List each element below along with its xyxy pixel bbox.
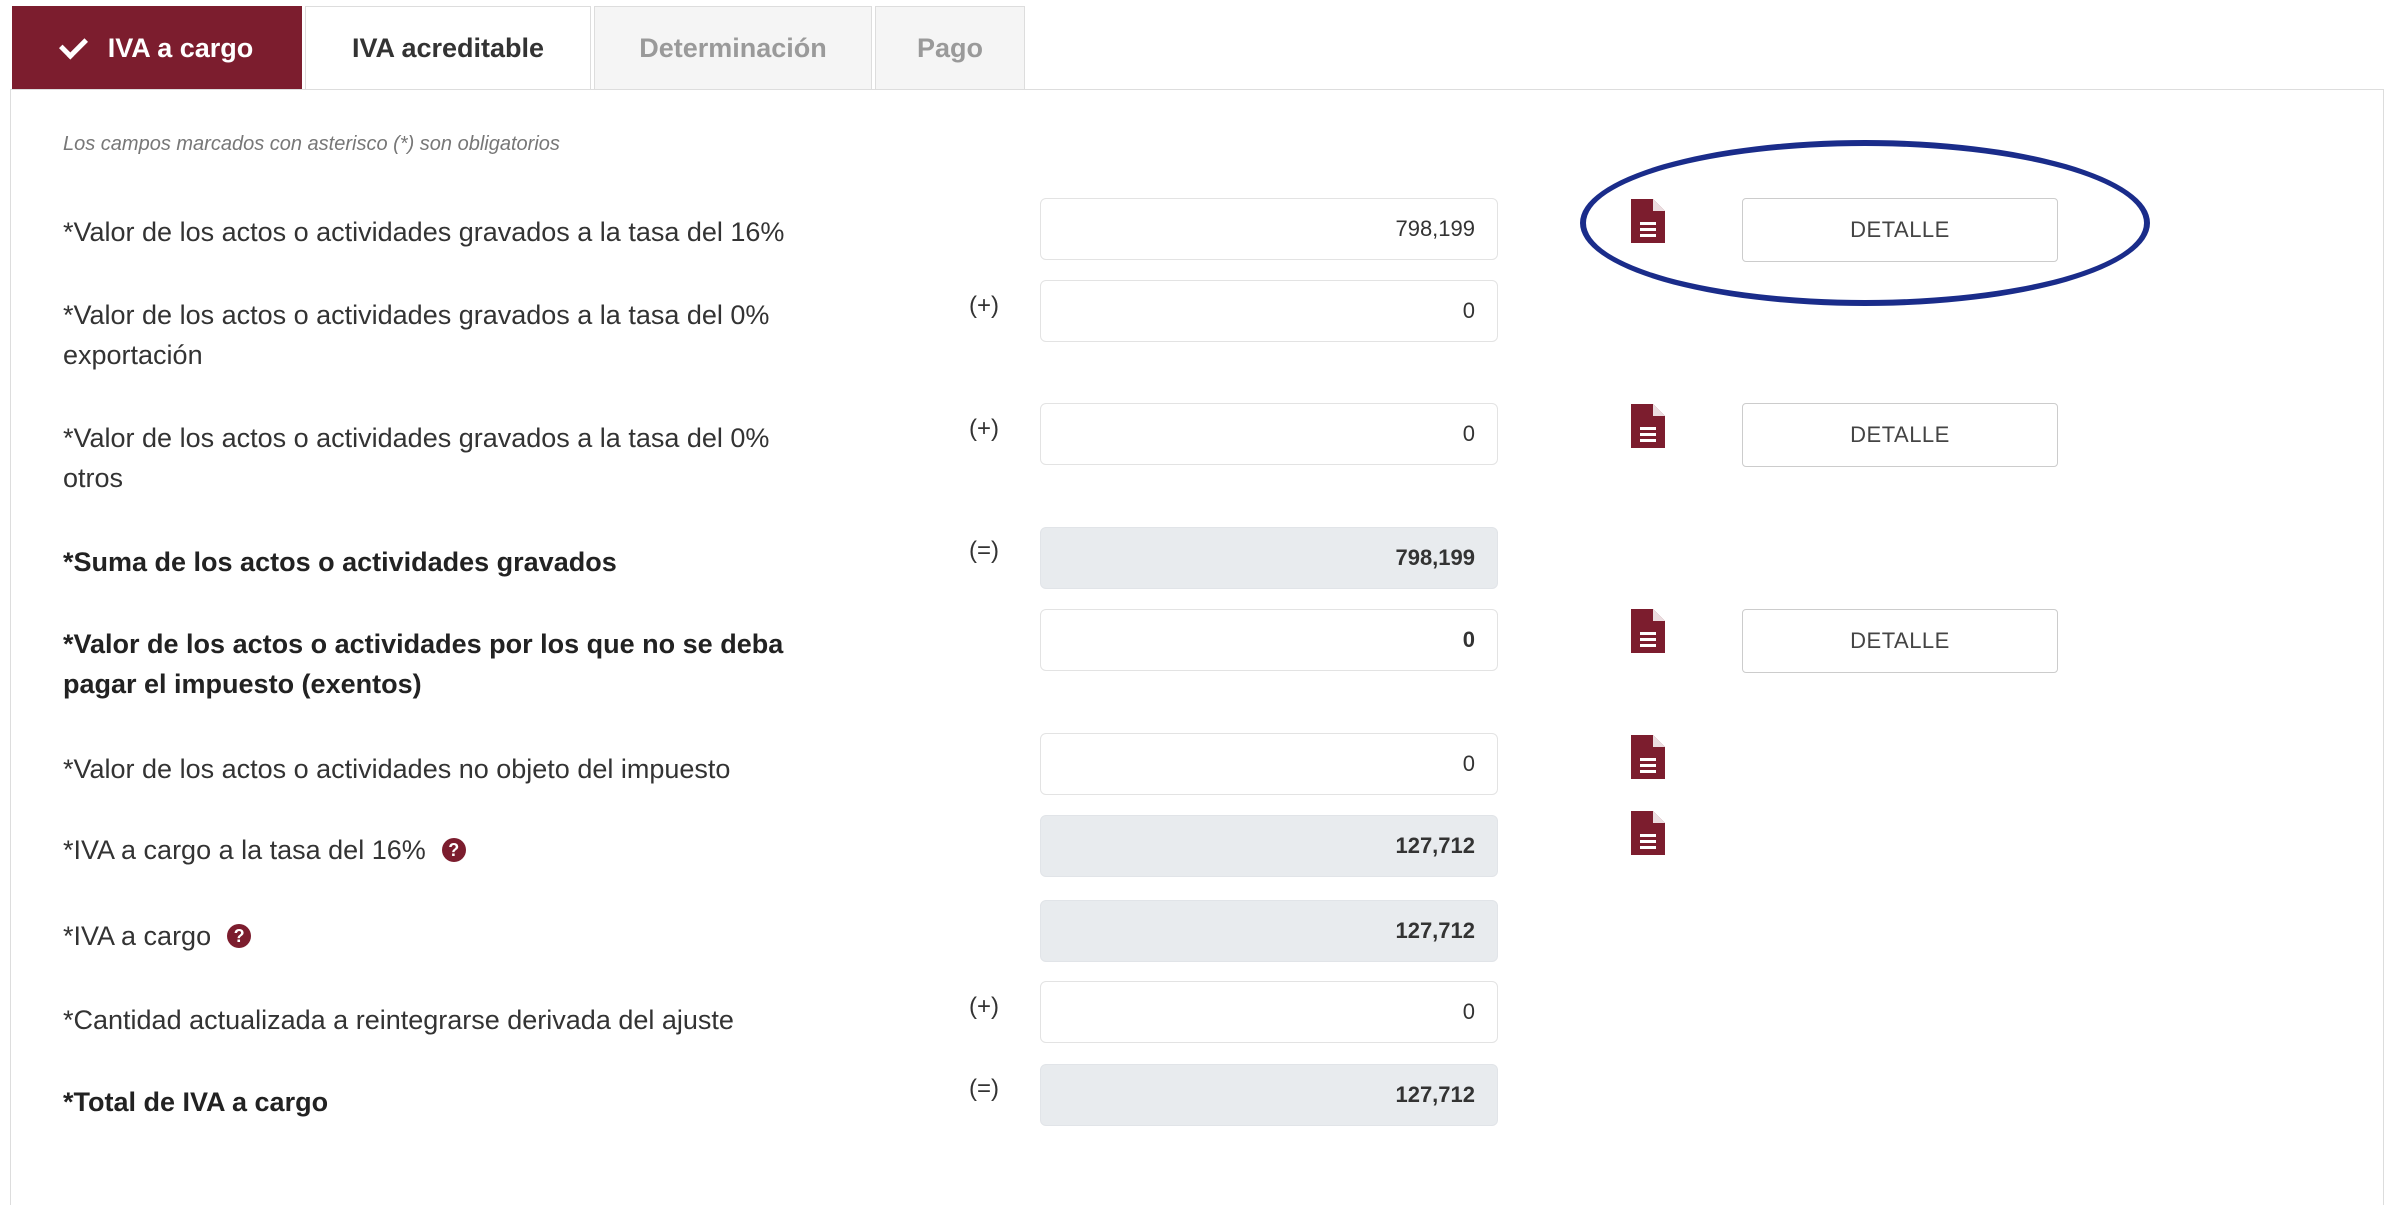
operator-plus: (+): [969, 415, 999, 442]
output-total-iva-cargo: 127,712: [1040, 1064, 1498, 1126]
label-line: *Valor de los actos o actividades gravad…: [63, 300, 770, 330]
operator-equals: (=): [969, 1075, 999, 1102]
label-line: otros: [63, 463, 124, 493]
label-line: pagar el impuesto (exentos): [63, 669, 422, 699]
label-line: *Valor de los actos o actividades gravad…: [63, 423, 770, 453]
label-line: *Cantidad actualizada a reintegrarse der…: [63, 1005, 734, 1035]
tab-pago[interactable]: Pago: [875, 6, 1025, 90]
input-gravados-0-otros[interactable]: 0: [1040, 403, 1498, 465]
label-cantidad-actualizada: *Cantidad actualizada a reintegrarse der…: [63, 1000, 923, 1040]
check-icon: [58, 30, 88, 59]
document-icon[interactable]: [1631, 199, 1665, 243]
tab-label: IVA acreditable: [351, 33, 545, 63]
operator-plus: (+): [969, 993, 999, 1020]
input-gravados-16[interactable]: 798,199: [1040, 198, 1498, 260]
label-no-objeto: *Valor de los actos o actividades no obj…: [63, 749, 923, 789]
document-icon[interactable]: [1631, 609, 1665, 653]
input-gravados-0-exportacion[interactable]: 0: [1040, 280, 1498, 342]
required-fields-note: Los campos marcados con asterisco (*) so…: [63, 133, 560, 155]
iva-form-screen: IVA a cargo IVA acreditable Determinació…: [0, 0, 2394, 1205]
label-line: *IVA a cargo a la tasa del 16%: [63, 835, 426, 865]
output-suma-gravados: 798,199: [1040, 527, 1498, 589]
tab-label: Pago: [916, 33, 983, 63]
tab-determinacion[interactable]: Determinación: [594, 6, 872, 90]
label-line: *Total de IVA a cargo: [63, 1087, 329, 1117]
operator-equals: (=): [969, 537, 999, 564]
input-no-objeto[interactable]: 0: [1040, 733, 1498, 795]
document-icon[interactable]: [1631, 735, 1665, 779]
input-exentos[interactable]: 0: [1040, 609, 1498, 671]
detail-button-gravados-16[interactable]: DETALLE: [1742, 198, 2058, 262]
output-iva-cargo: 127,712: [1040, 900, 1498, 962]
tab-label: Determinación: [639, 33, 827, 63]
label-gravados-0-exportacion: *Valor de los actos o actividades gravad…: [63, 295, 923, 375]
help-circle-icon[interactable]: ?: [227, 923, 252, 948]
label-line: *IVA a cargo: [63, 921, 212, 951]
label-iva-cargo: *IVA a cargo?: [63, 916, 923, 956]
label-iva-cargo-16: *IVA a cargo a la tasa del 16%?: [63, 830, 923, 870]
label-line: *Valor de los actos o actividades gravad…: [63, 217, 785, 247]
label-gravados-16: *Valor de los actos o actividades gravad…: [63, 212, 923, 252]
operator-plus: (+): [969, 292, 999, 319]
tab-iva-a-cargo[interactable]: IVA a cargo: [12, 6, 302, 90]
output-iva-cargo-16: 127,712: [1040, 815, 1498, 877]
label-gravados-0-otros: *Valor de los actos o actividades gravad…: [63, 418, 923, 498]
label-line: exportación: [63, 340, 203, 370]
input-cantidad-actualizada[interactable]: 0: [1040, 981, 1498, 1043]
tab-label: IVA a cargo: [107, 33, 254, 63]
help-circle-icon[interactable]: ?: [441, 837, 466, 862]
label-line: *Suma de los actos o actividades gravado…: [63, 547, 617, 577]
tab-bar: IVA a cargo IVA acreditable Determinació…: [12, 6, 1028, 90]
tab-iva-acreditable[interactable]: IVA acreditable: [305, 6, 591, 90]
label-suma-gravados: *Suma de los actos o actividades gravado…: [63, 542, 923, 582]
document-icon[interactable]: [1631, 404, 1665, 448]
label-total-iva-cargo: *Total de IVA a cargo: [63, 1082, 923, 1122]
detail-button-gravados-0-otros[interactable]: DETALLE: [1742, 403, 2058, 467]
label-line: *Valor de los actos o actividades por lo…: [63, 629, 784, 659]
detail-button-exentos[interactable]: DETALLE: [1742, 609, 2058, 673]
document-icon[interactable]: [1631, 811, 1665, 855]
label-line: *Valor de los actos o actividades no obj…: [63, 754, 731, 784]
label-exentos: *Valor de los actos o actividades por lo…: [63, 624, 923, 704]
